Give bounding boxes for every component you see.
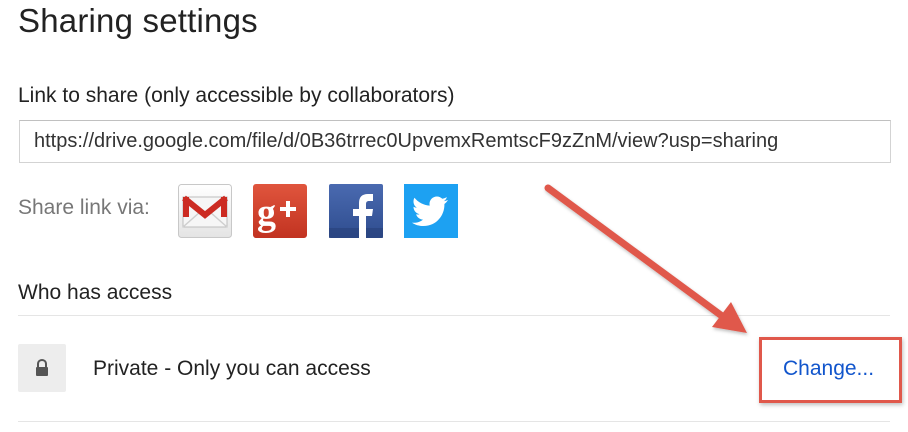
who-has-access-heading: Who has access bbox=[18, 281, 173, 304]
link-to-share-label: Link to share (only accessible by collab… bbox=[18, 84, 455, 107]
svg-text:g: g bbox=[257, 192, 276, 234]
share-link-via-label: Share link via: bbox=[18, 196, 150, 219]
access-status-text: Private - Only you can access bbox=[93, 357, 371, 380]
twitter-icon[interactable] bbox=[404, 184, 458, 238]
facebook-icon[interactable] bbox=[329, 184, 383, 238]
lock-icon bbox=[18, 344, 66, 392]
share-link-field[interactable] bbox=[19, 120, 891, 163]
divider bbox=[18, 421, 890, 422]
divider bbox=[18, 315, 890, 316]
google-plus-icon[interactable]: g bbox=[253, 184, 307, 238]
annotation-highlight-box bbox=[759, 337, 902, 403]
gmail-icon[interactable] bbox=[178, 184, 232, 238]
page-title: Sharing settings bbox=[18, 2, 258, 39]
